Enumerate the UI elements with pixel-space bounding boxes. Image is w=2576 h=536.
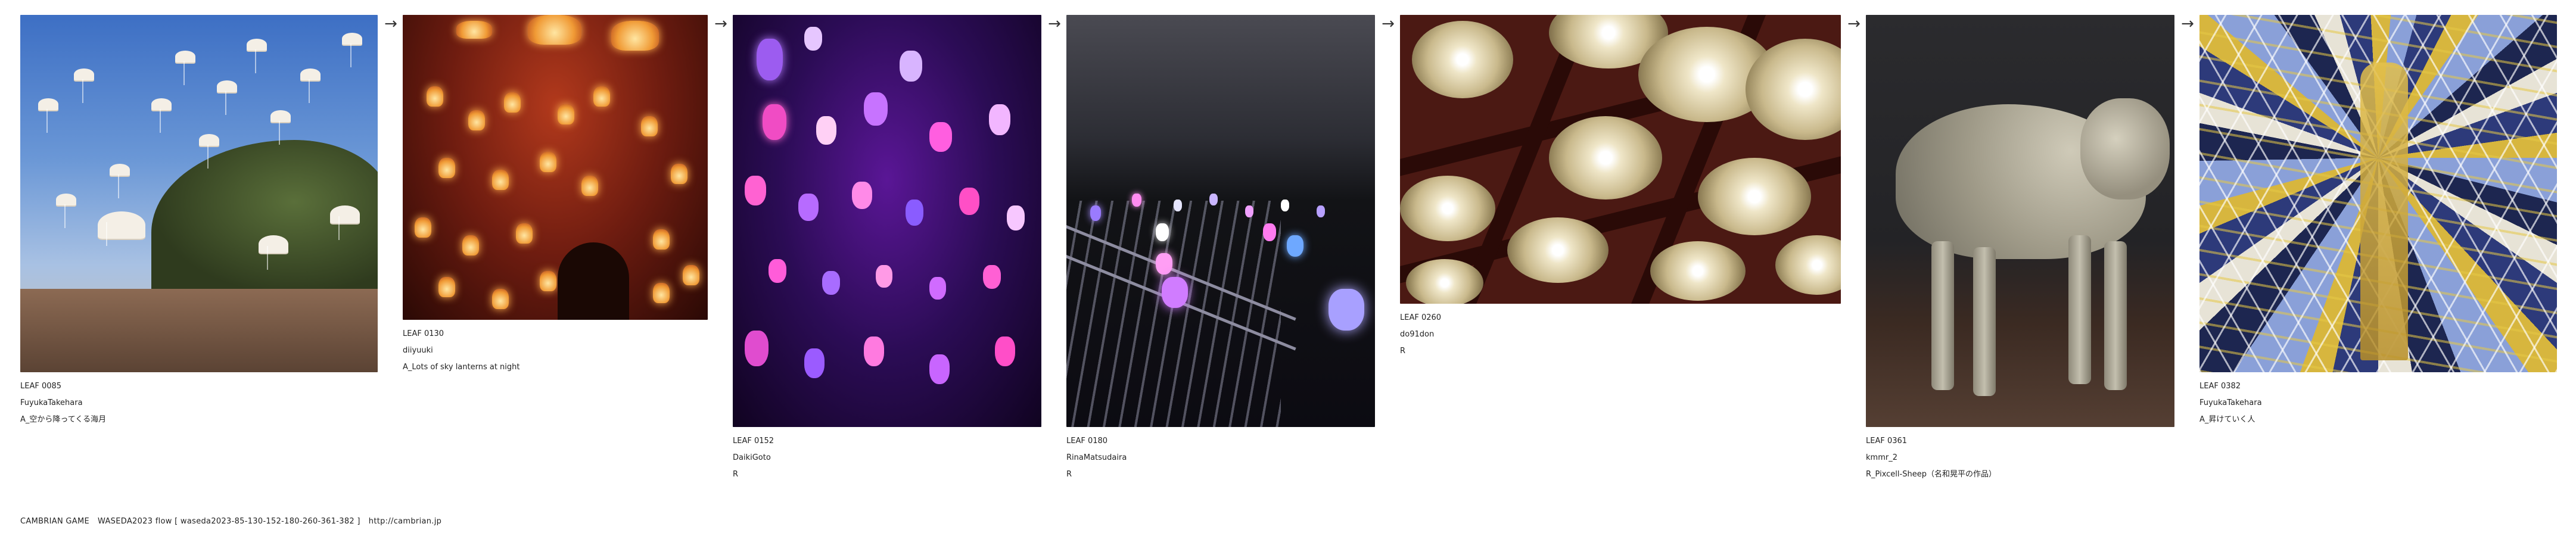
leaf-author[interactable]: do91don [1400, 326, 1841, 343]
leaf-id: LEAF 0130 [403, 329, 444, 338]
leaf-card-0260[interactable]: LEAF 0260 do91don R [1400, 15, 1841, 360]
leaf-id: LEAF 0260 [1400, 313, 1442, 322]
leaf-image-sky-lanterns[interactable] [403, 15, 708, 320]
leaf-image-jellyfish[interactable] [20, 15, 378, 372]
flow-arrow-icon: → [1382, 15, 1395, 33]
leaf-card-0130[interactable]: LEAF 0130 diiyuuki A_Lots of sky lantern… [403, 15, 708, 376]
leaf-image-ceiling-lights[interactable] [1400, 15, 1841, 304]
flow-arrow-icon: → [1847, 15, 1861, 33]
flow-arrow-icon: → [1048, 15, 1061, 33]
footer-game-name: CAMBRIAN GAME [20, 517, 90, 526]
leaf-id: LEAF 0180 [1066, 437, 1108, 445]
flow-arrow-icon: → [714, 15, 727, 33]
leaf-title: A_Lots of sky lanterns at night [403, 363, 520, 372]
leaf-author[interactable]: kmmr_2 [1866, 450, 2174, 466]
footer-url-link[interactable]: http://cambrian.jp [369, 517, 441, 526]
leaf-title: R_Pixcell-Sheep（名和晃平の作品） [1866, 470, 1996, 479]
footer: CAMBRIAN GAME WASEDA2023 flow [ waseda202… [20, 517, 450, 526]
leaf-card-0361[interactable]: LEAF 0361 kmmr_2 R_Pixcell-Sheep（名和晃平の作品… [1866, 15, 2174, 483]
leaf-image-purple-lights[interactable] [733, 15, 1041, 427]
leaf-id: LEAF 0361 [1866, 437, 1908, 445]
leaf-image-pixcell-sheep[interactable] [1866, 15, 2174, 427]
leaf-author[interactable]: RinaMatsudaira [1066, 450, 1375, 466]
leaf-author[interactable]: diiyuuki [403, 342, 708, 359]
leaf-author[interactable]: FuyukaTakehara [2199, 395, 2557, 412]
footer-flow: WASEDA2023 flow [ waseda2023-85-130-152-… [98, 517, 360, 526]
flow-arrow-icon: → [2181, 15, 2194, 33]
flow-arrow-icon: → [384, 15, 397, 33]
leaf-id: LEAF 0152 [733, 437, 774, 445]
leaf-title: R [1400, 347, 1406, 356]
leaf-id: LEAF 0085 [20, 382, 62, 391]
leaf-image-night-lanterns[interactable] [1066, 15, 1375, 427]
leaf-id: LEAF 0382 [2199, 382, 2241, 391]
leaf-image-mosaic[interactable] [2199, 15, 2557, 372]
leaf-author[interactable]: FuyukaTakehara [20, 395, 378, 412]
leaf-card-0085[interactable]: LEAF 0085 FuyukaTakehara A_空から降ってくる海月 [20, 15, 378, 428]
leaf-card-0152[interactable]: LEAF 0152 DaikiGoto R [733, 15, 1041, 483]
leaf-title: A_昇けていく人 [2199, 415, 2255, 424]
leaf-author[interactable]: DaikiGoto [733, 450, 1041, 466]
leaf-card-0382[interactable]: LEAF 0382 FuyukaTakehara A_昇けていく人 [2199, 15, 2557, 428]
leaf-title: A_空から降ってくる海月 [20, 415, 107, 424]
leaf-title: R [733, 470, 739, 479]
leaf-title: R [1066, 470, 1072, 479]
leaf-card-0180[interactable]: LEAF 0180 RinaMatsudaira R [1066, 15, 1375, 483]
